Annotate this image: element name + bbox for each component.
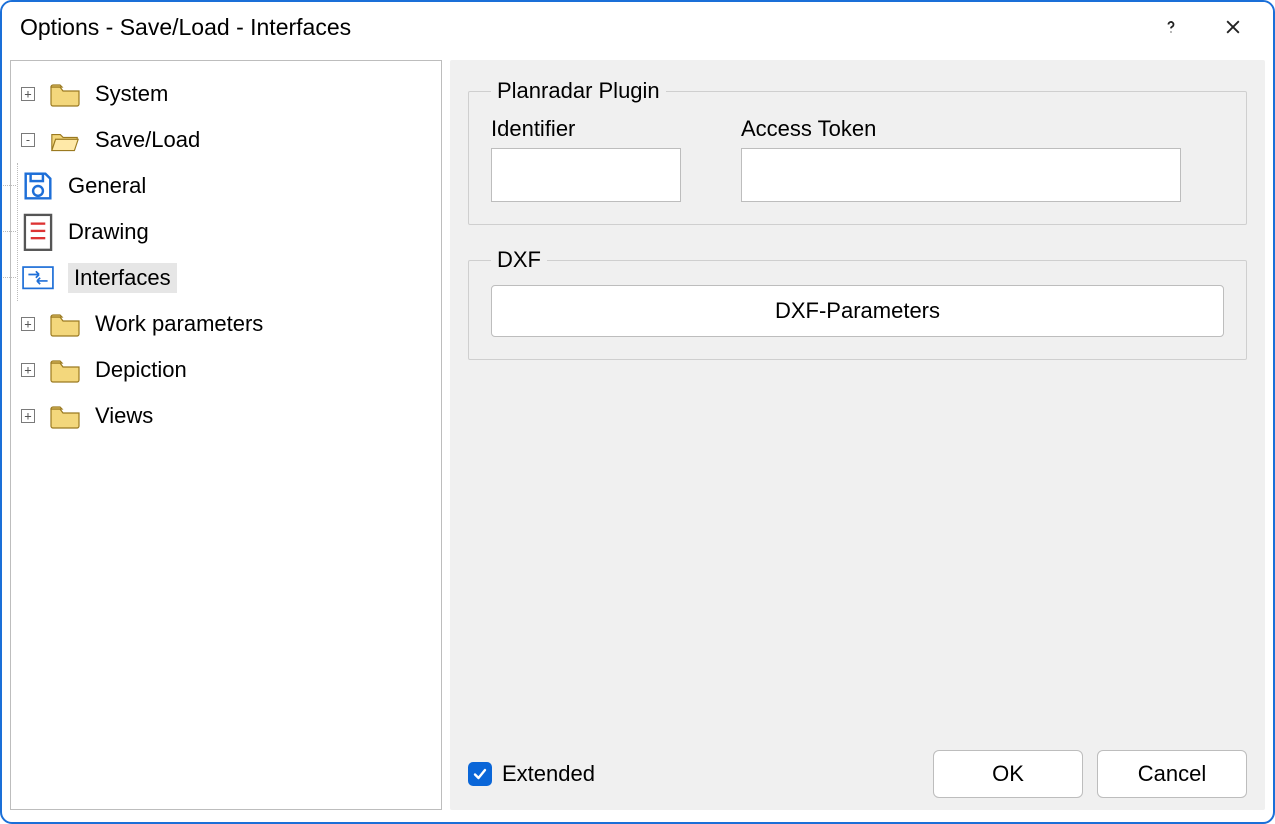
help-icon xyxy=(1161,17,1181,37)
content-panel: Planradar Plugin Identifier Access Token… xyxy=(450,60,1265,810)
access-token-input[interactable] xyxy=(741,148,1181,202)
folder-open-icon xyxy=(49,127,81,153)
save-disk-icon xyxy=(22,173,54,199)
close-icon xyxy=(1223,17,1243,37)
titlebar: Options - Save/Load - Interfaces xyxy=(2,2,1273,52)
access-token-label: Access Token xyxy=(741,116,1224,142)
folder-icon xyxy=(49,403,81,429)
expand-icon[interactable]: + xyxy=(21,87,35,101)
tree-node-depiction[interactable]: + Depiction xyxy=(17,347,435,393)
planradar-group: Planradar Plugin Identifier Access Token xyxy=(468,78,1247,225)
expand-icon[interactable]: + xyxy=(21,317,35,331)
options-dialog: Options - Save/Load - Interfaces + xyxy=(0,0,1275,824)
cancel-button[interactable]: Cancel xyxy=(1097,750,1247,798)
dxf-group: DXF DXF-Parameters xyxy=(468,247,1247,360)
tree-label: General xyxy=(68,173,146,199)
identifier-label: Identifier xyxy=(491,116,681,142)
tree-node-drawing[interactable]: Drawing xyxy=(18,209,435,255)
dialog-footer: Extended OK Cancel xyxy=(468,740,1247,798)
expand-icon[interactable]: + xyxy=(21,409,35,423)
checkbox-icon xyxy=(468,762,492,786)
tree-node-work-parameters[interactable]: + Work parameters xyxy=(17,301,435,347)
tree-label: Views xyxy=(95,403,153,429)
drawing-icon xyxy=(22,219,54,245)
extended-checkbox[interactable]: Extended xyxy=(468,761,595,787)
tree-label: Interfaces xyxy=(68,263,177,293)
interfaces-icon xyxy=(22,265,54,291)
tree-label: System xyxy=(95,81,168,107)
expand-icon[interactable]: + xyxy=(21,363,35,377)
tree-label: Save/Load xyxy=(95,127,200,153)
ok-button[interactable]: OK xyxy=(933,750,1083,798)
close-button[interactable] xyxy=(1211,5,1255,49)
dxf-legend: DXF xyxy=(491,247,547,273)
tree-label: Work parameters xyxy=(95,311,263,337)
identifier-input[interactable] xyxy=(491,148,681,202)
window-title: Options - Save/Load - Interfaces xyxy=(20,14,1149,41)
tree-node-views[interactable]: + Views xyxy=(17,393,435,439)
collapse-icon[interactable]: - xyxy=(21,133,35,147)
dxf-parameters-button[interactable]: DXF-Parameters xyxy=(491,285,1224,337)
extended-label: Extended xyxy=(502,761,595,787)
folder-icon xyxy=(49,357,81,383)
tree-node-system[interactable]: + System xyxy=(17,71,435,117)
tree-node-saveload[interactable]: - Save/Load xyxy=(17,117,435,163)
tree-node-general[interactable]: General xyxy=(18,163,435,209)
nav-tree: + System - Save/Load xyxy=(10,60,442,810)
tree-label: Drawing xyxy=(68,219,149,245)
folder-icon xyxy=(49,311,81,337)
help-button[interactable] xyxy=(1149,5,1193,49)
planradar-legend: Planradar Plugin xyxy=(491,78,666,104)
tree-node-interfaces[interactable]: Interfaces xyxy=(18,255,435,301)
tree-label: Depiction xyxy=(95,357,187,383)
folder-icon xyxy=(49,81,81,107)
